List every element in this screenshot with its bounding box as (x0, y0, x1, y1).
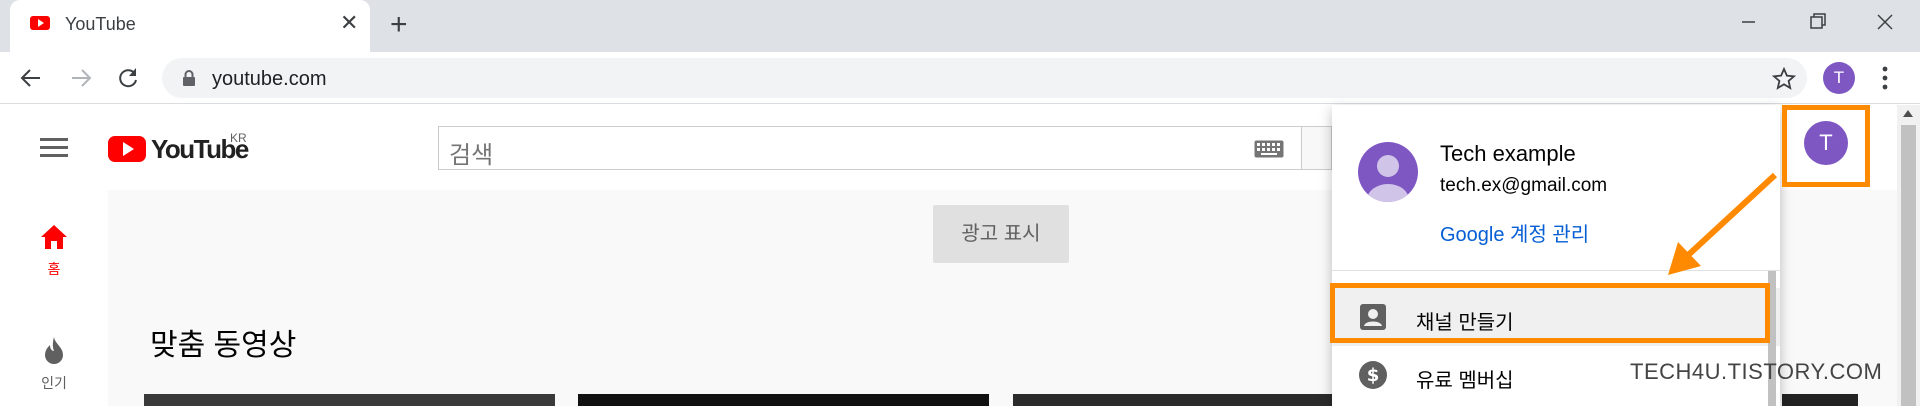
tab-title: YouTube (65, 14, 136, 34)
account-name: Tech example (1440, 141, 1576, 166)
annotation-arrow-icon (1660, 170, 1780, 290)
show-ads-button[interactable]: 광고 표시 (933, 205, 1069, 263)
search-button[interactable] (1302, 126, 1332, 170)
guide-label-home: 홈 (47, 261, 61, 277)
fire-icon (0, 335, 108, 365)
search-box[interactable]: 검색 (438, 126, 1302, 170)
url-text[interactable]: youtube.com (212, 68, 327, 91)
video-thumbnail[interactable] (1782, 394, 1858, 406)
account-email: tech.ex@gmail.com (1440, 175, 1608, 196)
hamburger-menu-icon[interactable] (40, 137, 68, 159)
video-thumbnail[interactable] (144, 394, 555, 406)
watermark: TECH4U.TISTORY.COM (1630, 359, 1883, 384)
scroll-up-icon[interactable] (1903, 110, 1913, 118)
svg-text:$: $ (1367, 365, 1380, 386)
youtube-page: YouTube KR 검색 홈 인기 광고 표시 맞춤 동영상 Tech exa… (0, 105, 1920, 406)
chrome-profile-avatar[interactable]: T (1823, 62, 1855, 94)
tab-strip: YouTube ✕ + (0, 0, 1920, 52)
manage-google-account-link[interactable]: Google 계정 관리 (1440, 218, 1589, 247)
guide-label-trending: 인기 (41, 375, 67, 391)
video-thumbnail[interactable] (578, 394, 989, 406)
search-input[interactable]: 검색 (449, 135, 493, 170)
dollar-circle-icon: $ (1358, 360, 1388, 390)
minimize-icon[interactable] (1728, 8, 1768, 36)
section-title-recommended: 맞춤 동영상 (150, 329, 297, 362)
reload-icon[interactable] (115, 65, 141, 91)
video-thumbnail[interactable] (1013, 394, 1333, 406)
window-close-icon[interactable] (1865, 8, 1905, 36)
page-scroll-thumb[interactable] (1901, 125, 1916, 406)
account-avatar (1358, 142, 1418, 202)
highlight-box-create-channel (1330, 283, 1770, 343)
region-code: KR (230, 131, 247, 145)
restore-icon[interactable] (1797, 8, 1837, 36)
tab-close-icon[interactable]: ✕ (340, 12, 358, 34)
guide-item-trending[interactable]: 인기 (0, 335, 108, 393)
youtube-favicon-icon (30, 16, 50, 30)
chrome-menu-icon[interactable] (1880, 64, 1890, 92)
forward-icon[interactable] (68, 65, 94, 91)
home-icon (0, 223, 108, 251)
bookmark-star-icon[interactable] (1772, 67, 1796, 91)
new-tab-button[interactable]: + (390, 10, 408, 40)
browser-tab-youtube[interactable]: YouTube ✕ (10, 0, 370, 52)
guide-item-home[interactable]: 홈 (0, 223, 108, 279)
address-bar[interactable]: youtube.com (162, 58, 1807, 98)
menu-item-label: 유료 멤버십 (1416, 370, 1514, 392)
back-icon[interactable] (18, 65, 44, 91)
lock-icon[interactable] (182, 70, 196, 86)
keyboard-icon[interactable] (1254, 140, 1284, 158)
page-scrollbar[interactable] (1897, 105, 1920, 406)
highlight-box-avatar (1782, 105, 1870, 187)
browser-toolbar: youtube.com T (0, 52, 1920, 104)
youtube-logo[interactable]: YouTube (108, 134, 249, 164)
